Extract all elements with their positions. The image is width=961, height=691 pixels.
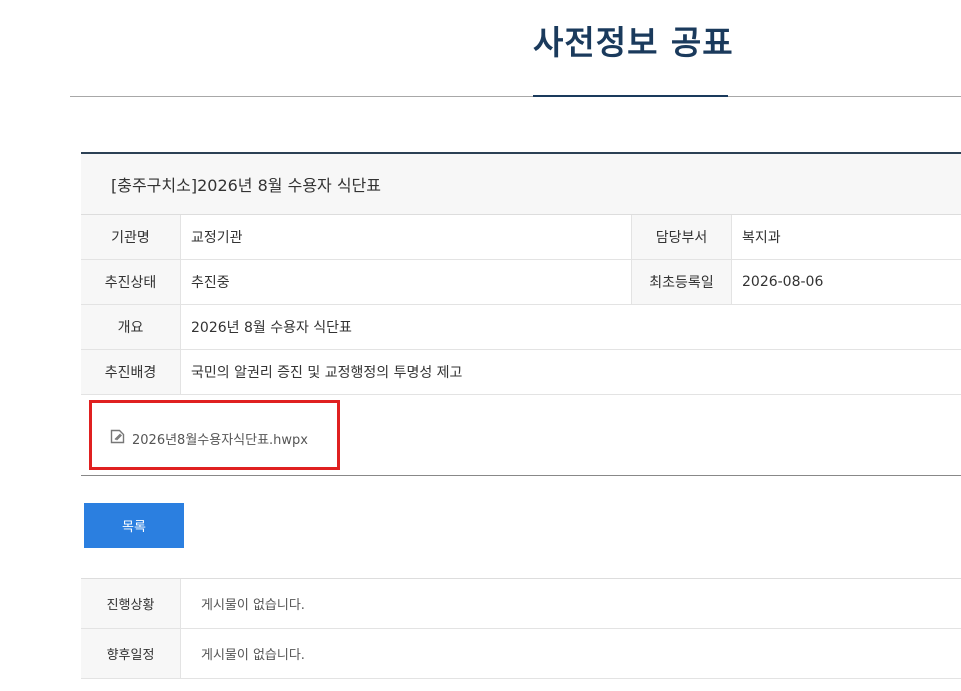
dept-label: 담당부서 [632,215,732,259]
row-background: 추진배경 국민의 알권리 증진 및 교정행정의 투명성 제고 [81,350,961,395]
summary-value: 2026년 8월 수용자 식단표 [191,320,352,336]
row-agency: 기관명 교정기관 담당부서 복지과 [81,215,961,260]
post-title: [충주구치소]2026년 8월 수용자 식단표 [81,154,961,215]
dept-value: 복지과 [742,230,781,246]
progress-label: 진행상황 [81,579,181,628]
agency-label: 기관명 [81,215,181,259]
background-label: 추진배경 [81,350,181,394]
summary-label: 개요 [81,305,181,349]
attachment-link[interactable]: 2026년8월수용자식단표.hwpx [109,428,308,449]
schedule-row: 향후일정 게시물이 없습니다. [81,629,961,679]
progress-value: 게시물이 없습니다. [201,598,305,613]
schedule-value: 게시물이 없습니다. [201,648,305,663]
schedule-label: 향후일정 [81,629,181,678]
page-title: 사전정보 공표 [533,23,734,62]
list-button[interactable]: 목록 [84,503,184,548]
attachment-filename: 2026년8월수용자식단표.hwpx [132,433,308,448]
row-summary: 개요 2026년 8월 수용자 식단표 [81,305,961,350]
row-status: 추진상태 추진중 최초등록일 2026-08-06 [81,260,961,305]
registered-label: 최초등록일 [632,260,732,304]
attachment-icon [109,428,132,449]
detail-table: [충주구치소]2026년 8월 수용자 식단표 기관명 교정기관 담당부서 복지… [81,152,961,476]
registered-value: 2026-08-06 [742,274,824,290]
progress-row: 진행상황 게시물이 없습니다. [81,579,961,629]
title-divider [70,96,961,97]
background-value: 국민의 알권리 증진 및 교정행정의 투명성 제고 [191,365,463,381]
status-label: 추진상태 [81,260,181,304]
title-underline [533,95,728,97]
attachment-area: 2026년8월수용자식단표.hwpx [81,395,961,476]
status-value: 추진중 [181,260,632,304]
progress-table: 진행상황 게시물이 없습니다. 향후일정 게시물이 없습니다. [81,578,961,679]
agency-value: 교정기관 [181,215,632,259]
